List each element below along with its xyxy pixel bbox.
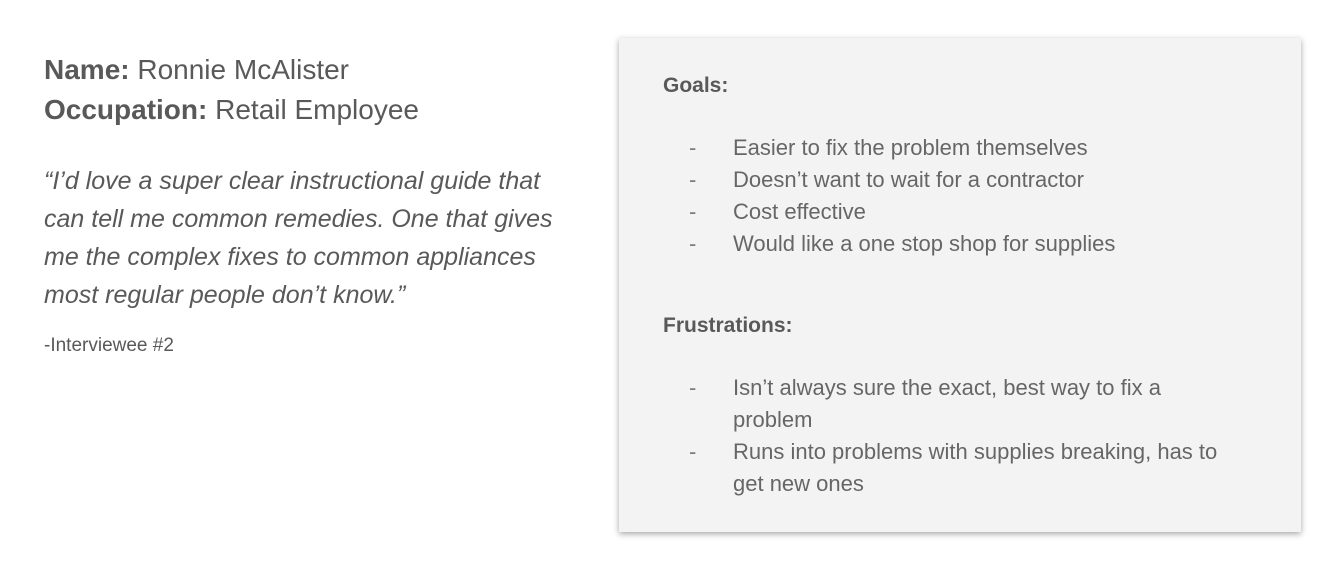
name-value: Ronnie McAlister <box>129 54 349 85</box>
bullet-dash: - <box>689 135 697 160</box>
name-field: Name: Ronnie McAlister <box>44 50 584 90</box>
bullet-dash: - <box>689 231 697 256</box>
frustrations-title: Frustrations: <box>663 314 793 337</box>
quote-attribution: -Interviewee #2 <box>44 335 174 356</box>
goal-text: Cost effective <box>733 199 866 224</box>
frustration-text: Runs into problems with supplies breakin… <box>733 439 1218 496</box>
list-item: - Doesn’t want to wait for a contractor <box>663 164 1223 196</box>
goal-text: Easier to fix the problem themselves <box>733 135 1088 160</box>
goal-text: Would like a one stop shop for supplies <box>733 231 1116 256</box>
list-item: - Would like a one stop shop for supplies <box>663 228 1223 260</box>
goals-title: Goals: <box>663 74 729 97</box>
list-item: - Isn’t always sure the exact, best way t… <box>663 372 1223 436</box>
bullet-dash: - <box>689 199 697 224</box>
frustration-text: Isn’t always sure the exact, best way to… <box>733 375 1161 432</box>
frustrations-list: - Isn’t always sure the exact, best way t… <box>663 372 1223 500</box>
goals-frustrations-card: Goals: - Easier to fix the problem themse… <box>619 38 1301 532</box>
name-label: Name: <box>44 54 130 85</box>
list-item: - Cost effective <box>663 196 1223 228</box>
goals-list: - Easier to fix the problem themselves - D… <box>663 132 1223 260</box>
bullet-dash: - <box>689 439 697 464</box>
occupation-field: Occupation: Retail Employee <box>44 90 584 130</box>
occupation-value: Retail Employee <box>207 94 419 125</box>
persona-quote: “I’d love a super clear instructional gu… <box>44 167 553 309</box>
bullet-dash: - <box>689 167 697 192</box>
list-item: - Easier to fix the problem themselves <box>663 132 1223 164</box>
occupation-label: Occupation: <box>44 94 208 125</box>
persona-summary: Name: Ronnie McAlister Occupation: Retai… <box>44 50 584 358</box>
bullet-dash: - <box>689 375 697 400</box>
list-item: - Runs into problems with supplies breaki… <box>663 436 1223 500</box>
goal-text: Doesn’t want to wait for a contractor <box>733 167 1084 192</box>
